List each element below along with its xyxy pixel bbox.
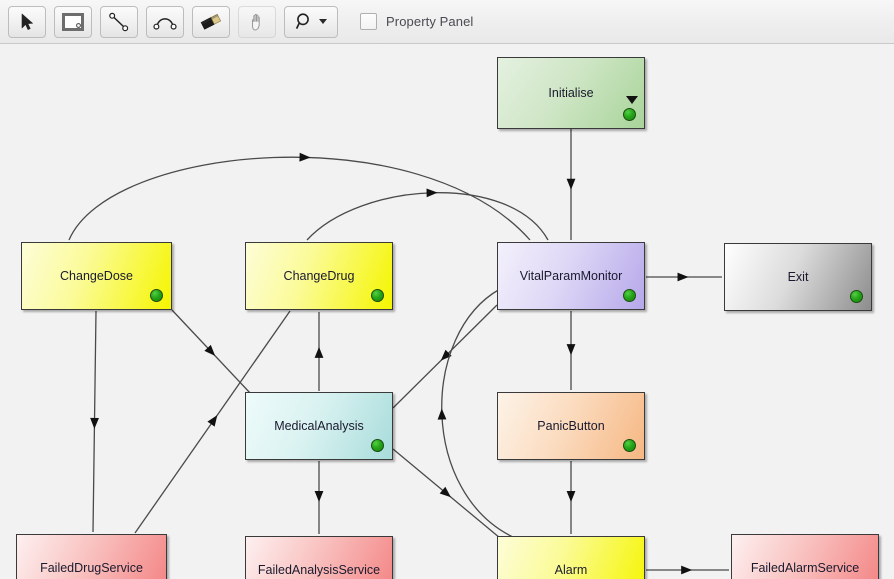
arrow-cursor-icon [19, 13, 35, 31]
curve-edge-tool-button[interactable] [146, 5, 184, 38]
diagram-canvas[interactable]: Initialise ChangeDose ChangeDrug VitalParam… [0, 44, 894, 579]
straight-edge-icon [108, 12, 130, 32]
node-vitalparammonitor[interactable]: VitalParamMonitor [497, 242, 645, 310]
graph-editor-window: Property Panel Initialise ChangeDose Chang… [0, 0, 894, 579]
node-label: MedicalAnalysis [274, 419, 364, 433]
node-status-badge[interactable] [623, 289, 636, 302]
edge-arrowhead-icon [314, 490, 324, 502]
edge-arrowhead-icon [426, 188, 438, 198]
node-status-badge[interactable] [623, 439, 636, 452]
edge-changedrug-to-vitalparammonitor[interactable] [306, 192, 549, 241]
magnifier-icon [295, 12, 314, 31]
node-label: FailedAlarmService [750, 561, 860, 575]
edge-arrowhead-icon [677, 272, 689, 282]
node-alarm[interactable]: Alarm [497, 536, 645, 579]
node-label: Alarm [554, 563, 588, 577]
property-panel-label: Property Panel [386, 14, 474, 29]
edge-arrowhead-icon [439, 486, 451, 498]
hand-icon [248, 12, 266, 32]
node-label: FailedDrugService [40, 561, 143, 575]
edge-arrowhead-icon [437, 408, 447, 420]
node-label: ChangeDose [60, 269, 133, 283]
node-label: ChangeDrug [283, 269, 355, 283]
edge-arrowhead-icon [299, 152, 311, 162]
pan-tool-button[interactable] [238, 5, 276, 38]
edge-arrowhead-icon [566, 490, 576, 502]
node-status-badge[interactable] [371, 439, 384, 452]
edge-arrowhead-icon [566, 178, 576, 190]
eraser-tool-button[interactable] [192, 5, 230, 38]
node-status-badge[interactable] [150, 289, 163, 302]
node-label: FailedAnalysisService [257, 563, 381, 577]
node-initialise[interactable]: Initialise [497, 57, 645, 129]
node-status-badge[interactable] [371, 289, 384, 302]
edge-arrowhead-icon [681, 565, 693, 575]
zoom-tool-button[interactable] [284, 5, 338, 38]
node-panicbutton[interactable]: PanicButton [497, 392, 645, 460]
node-medicalanalysis[interactable]: MedicalAnalysis [245, 392, 393, 460]
edge-tool-button[interactable] [100, 5, 138, 38]
node-faileddrugservice[interactable]: FailedDrugService [16, 534, 167, 579]
node-changedose[interactable]: ChangeDose [21, 242, 172, 310]
node-label: VitalParamMonitor [519, 269, 623, 283]
edge-arrowhead-icon [440, 349, 452, 361]
rectangle-node-icon [62, 12, 84, 31]
node-exit[interactable]: Exit [724, 243, 872, 311]
select-tool-button[interactable] [8, 5, 46, 38]
curved-edge-icon [153, 13, 177, 31]
node-status-badge[interactable] [850, 290, 863, 303]
toolbar: Property Panel [0, 0, 894, 44]
edge-changedose-to-vitalparammonitor[interactable] [68, 156, 531, 241]
edge-arrowhead-icon [90, 417, 99, 429]
node-failedalarmservice[interactable]: FailedAlarmService [731, 534, 879, 579]
eraser-icon [199, 13, 223, 31]
edge-layer [68, 129, 729, 575]
node-changedrug[interactable]: ChangeDrug [245, 242, 393, 310]
node-tool-button[interactable] [54, 5, 92, 38]
edge-changedose-to-medicalanalysis[interactable] [171, 309, 252, 395]
edge-arrowhead-icon [204, 344, 216, 356]
chevron-down-icon[interactable] [319, 19, 327, 24]
edge-changedose-to-faileddrugservice[interactable] [92, 310, 97, 533]
edge-arrowhead-icon [314, 346, 324, 358]
node-label: Exit [787, 270, 809, 284]
edge-medicalanalysis-to-alarm[interactable] [392, 448, 501, 539]
node-label: PanicButton [537, 419, 605, 433]
edge-vitalparammonitor-to-medicalanalysis[interactable] [392, 304, 498, 409]
edge-arrowhead-icon [207, 415, 218, 427]
edge-arrowhead-icon [566, 344, 576, 356]
property-panel-checkbox[interactable] [360, 13, 377, 30]
node-collapse-caret-icon[interactable] [626, 96, 638, 104]
node-status-badge[interactable] [623, 108, 636, 121]
node-failedanalysisservice[interactable]: FailedAnalysisService [245, 536, 393, 579]
node-label: Initialise [548, 86, 594, 100]
